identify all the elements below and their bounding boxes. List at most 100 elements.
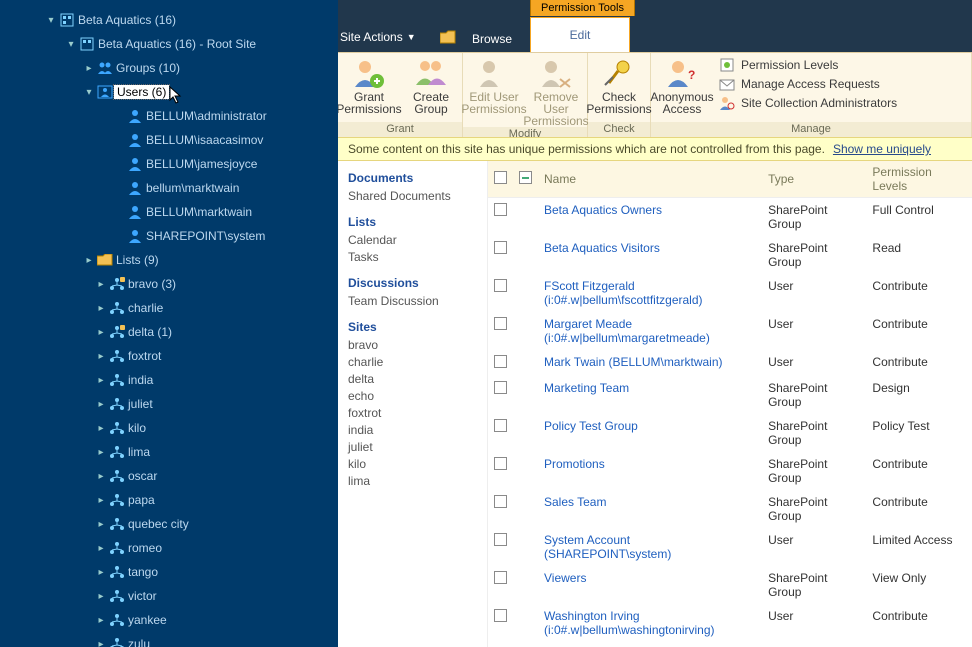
show-unique-link[interactable]: Show me uniquely (833, 142, 931, 156)
expand-icon[interactable]: ▸ (94, 591, 108, 602)
principal-link[interactable]: Promotions (544, 457, 605, 471)
tab-browse[interactable]: Browse (472, 32, 512, 46)
site-actions-menu[interactable]: Site Actions ▼ (340, 30, 416, 44)
expand-icon[interactable]: ▸ (94, 639, 108, 647)
expand-icon[interactable]: ▸ (94, 399, 108, 410)
ql-site-item[interactable]: delta (348, 372, 487, 386)
col-type[interactable]: Type (762, 161, 866, 198)
tree-subsite[interactable]: ▸tango (4, 560, 338, 584)
tree-subsite[interactable]: ▸romeo (4, 536, 338, 560)
principal-link[interactable]: Washington Irving (544, 609, 640, 623)
ql-site-item[interactable]: lima (348, 474, 487, 488)
tree-user-item[interactable]: BELLUM\marktwain (4, 200, 338, 224)
ql-team-discussion[interactable]: Team Discussion (348, 294, 487, 308)
tree-subsite[interactable]: ▸victor (4, 584, 338, 608)
collapse-icon[interactable]: ▾ (44, 15, 58, 26)
manage-access-requests-link[interactable]: Manage Access Requests (719, 76, 897, 92)
row-checkbox[interactable] (494, 203, 507, 216)
check-permissions-button[interactable]: CheckPermissions (588, 53, 650, 122)
tree-subsite[interactable]: ▸foxtrot (4, 344, 338, 368)
row-checkbox[interactable] (494, 317, 507, 330)
tree-subsite[interactable]: ▸india (4, 368, 338, 392)
expand-icon[interactable]: ▸ (94, 519, 108, 530)
expand-icon[interactable]: ▸ (94, 543, 108, 554)
tree-subsite[interactable]: ▸charlie (4, 296, 338, 320)
row-checkbox[interactable] (494, 241, 507, 254)
col-permission-levels[interactable]: Permission Levels (866, 161, 972, 198)
ql-site-item[interactable]: bravo (348, 338, 487, 352)
collapse-icon[interactable]: ▾ (82, 87, 96, 98)
quick-launch[interactable]: Documents Shared Documents Lists Calenda… (338, 161, 488, 647)
collapse-icon[interactable]: ▾ (64, 39, 78, 50)
principal-link[interactable]: Sales Team (544, 495, 606, 509)
expand-icon[interactable]: ▸ (94, 423, 108, 434)
tree-user-item[interactable]: BELLUM\isaacasimov (4, 128, 338, 152)
tree-lists[interactable]: ▸ Lists (9) (4, 248, 338, 272)
tab-edit[interactable]: Edit (530, 17, 630, 52)
navigate-up-icon[interactable] (440, 30, 456, 44)
row-checkbox[interactable] (494, 571, 507, 584)
tree-root-site[interactable]: ▾ Beta Aquatics (16) - Root Site (4, 32, 338, 56)
select-all-master-checkbox[interactable] (519, 171, 532, 184)
expand-icon[interactable]: ▸ (94, 327, 108, 338)
expand-icon[interactable]: ▸ (94, 351, 108, 362)
row-checkbox[interactable] (494, 495, 507, 508)
tree-subsite[interactable]: ▸quebec city (4, 512, 338, 536)
principal-link[interactable]: Margaret Meade (544, 317, 632, 331)
ql-site-item[interactable]: kilo (348, 457, 487, 471)
tree-subsite[interactable]: ▸juliet (4, 392, 338, 416)
expand-icon[interactable]: ▸ (94, 375, 108, 386)
ql-site-item[interactable]: charlie (348, 355, 487, 369)
principal-link[interactable]: Mark Twain (BELLUM\marktwain) (544, 355, 723, 369)
row-checkbox[interactable] (494, 419, 507, 432)
principal-link[interactable]: Viewers (544, 571, 586, 585)
grant-permissions-button[interactable]: GrantPermissions (338, 53, 400, 122)
expand-icon[interactable]: ▸ (94, 615, 108, 626)
principal-link[interactable]: Marketing Team (544, 381, 629, 395)
principal-link[interactable]: Beta Aquatics Owners (544, 203, 662, 217)
ql-site-item[interactable]: foxtrot (348, 406, 487, 420)
ql-site-item[interactable]: juliet (348, 440, 487, 454)
tree-subsite[interactable]: ▸lima (4, 440, 338, 464)
principal-link[interactable]: Policy Test Group (544, 419, 638, 433)
principal-link[interactable]: FScott Fitzgerald (544, 279, 635, 293)
tree-user-item[interactable]: SHAREPOINT\system (4, 224, 338, 248)
ql-sites-head[interactable]: Sites (348, 320, 487, 334)
principal-link[interactable]: Beta Aquatics Visitors (544, 241, 660, 255)
ql-documents-head[interactable]: Documents (348, 171, 487, 185)
expand-icon[interactable]: ▸ (94, 447, 108, 458)
tree-subsite[interactable]: ▸yankee (4, 608, 338, 632)
ql-tasks[interactable]: Tasks (348, 250, 487, 264)
tree-subsite[interactable]: ▸papa (4, 488, 338, 512)
ql-lists-head[interactable]: Lists (348, 215, 487, 229)
row-checkbox[interactable] (494, 355, 507, 368)
tree-user-item[interactable]: BELLUM\jamesjoyce (4, 152, 338, 176)
tree-user-item[interactable]: BELLUM\administrator (4, 104, 338, 128)
tree-subsite[interactable]: ▸kilo (4, 416, 338, 440)
select-all-checkbox[interactable] (494, 171, 507, 184)
row-checkbox[interactable] (494, 609, 507, 622)
tree-users[interactable]: ▾ Users (6) (4, 80, 338, 104)
ql-site-item[interactable]: echo (348, 389, 487, 403)
ql-calendar[interactable]: Calendar (348, 233, 487, 247)
principal-link[interactable]: System Account (SHAREPOINT\system) (544, 533, 671, 561)
tree-subsite[interactable]: ▸zulu (4, 632, 338, 647)
site-tree[interactable]: ▾ Beta Aquatics (16) ▾ Beta Aquatics (16… (0, 0, 338, 647)
expand-icon[interactable]: ▸ (94, 495, 108, 506)
row-checkbox[interactable] (494, 279, 507, 292)
permission-levels-link[interactable]: Permission Levels (719, 57, 897, 73)
tree-subsite[interactable]: ▸oscar (4, 464, 338, 488)
expand-icon[interactable]: ▸ (94, 471, 108, 482)
expand-icon[interactable]: ▸ (82, 63, 96, 74)
row-checkbox[interactable] (494, 381, 507, 394)
tree-user-item[interactable]: bellum\marktwain (4, 176, 338, 200)
expand-icon[interactable]: ▸ (94, 279, 108, 290)
create-group-button[interactable]: CreateGroup (400, 53, 462, 122)
ql-shared-documents[interactable]: Shared Documents (348, 189, 487, 203)
site-collection-admins-link[interactable]: Site Collection Administrators (719, 95, 897, 111)
ql-discussions-head[interactable]: Discussions (348, 276, 487, 290)
expand-icon[interactable]: ▸ (82, 255, 96, 266)
expand-icon[interactable]: ▸ (94, 567, 108, 578)
tree-subsite[interactable]: ▸bravo (3) (4, 272, 338, 296)
tree-subsite[interactable]: ▸delta (1) (4, 320, 338, 344)
